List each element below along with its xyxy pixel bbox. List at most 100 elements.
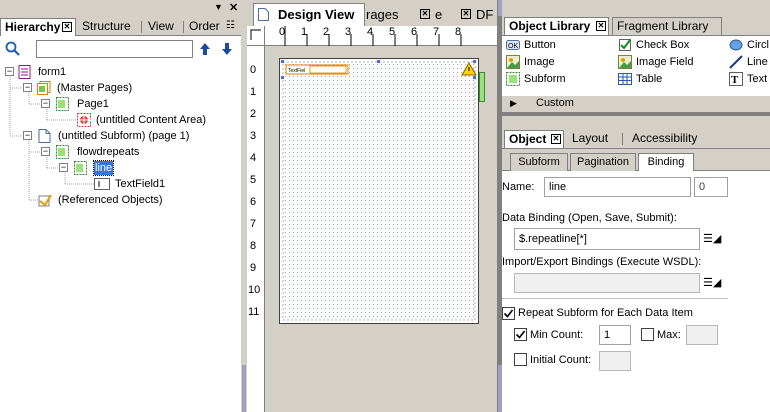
textfield-icon [94,178,110,190]
tab-object-library[interactable]: Object Library ✕ [504,17,609,35]
binding-menu-icon[interactable]: ☰◢ [703,232,721,245]
referenced-objects-icon [38,194,52,207]
tab-layout[interactable]: Layout [568,130,622,148]
binding-menu-icon[interactable]: ☰◢ [703,276,721,289]
checkbox-icon [619,39,631,51]
design-canvas[interactable]: TextFiel [265,46,497,412]
ruler-label: 4 [250,152,257,164]
tree-node-flowdrepeats[interactable]: − flowdrepeats [0,144,241,160]
tab-object[interactable]: Object ✕ [504,130,564,148]
ruler-label: 5 [250,174,257,186]
data-binding-field[interactable]: $.repeatline[*] [514,228,700,250]
close-icon[interactable]: ✕ [62,22,72,32]
ruler-vertical: 0 1 2 3 4 5 6 7 8 9 10 11 [247,46,265,412]
chevron-down-icon[interactable]: ▼ [214,2,223,12]
collapse-icon[interactable]: − [41,147,50,156]
initial-count-checkbox[interactable] [514,353,527,366]
ruler-ticks [284,26,462,46]
ruler-label: 6 [250,196,257,208]
tab-label-pdf[interactable]: DF [476,7,493,22]
tab-hierarchy[interactable]: Hierarchy ✕ [0,18,76,36]
category-label: Custom [536,97,574,109]
tree-node-content-area[interactable]: (untitled Content Area) [0,112,241,128]
tab-label: Accessibility [632,131,698,145]
close-icon[interactable]: ✕ [461,9,471,19]
arrow-up-icon[interactable] [199,42,211,56]
tree-node-form1[interactable]: − form1 [0,64,241,80]
min-count-field[interactable]: 1 [599,325,631,345]
hierarchy-panel: ▼ ✕ Hierarchy ✕ Structure View Order ☷ −… [0,0,241,412]
library-item-label: Check Box [636,39,690,51]
ruler-label: 8 [455,26,462,38]
name-index-field[interactable]: 0 [694,177,728,197]
subtab-label: Pagination [577,156,629,168]
svg-text:TextFiel: TextFiel [288,68,305,74]
tree-node-textfield1[interactable]: TextField1 [0,176,241,192]
panel-menu-icon[interactable]: ☷ [226,20,235,31]
library-tabstrip: Object Library ✕ Fragment Library [502,17,770,36]
min-count-checkbox[interactable] [514,328,527,341]
ruler-label: 10 [248,284,261,296]
subtab-label: Subform [518,156,560,168]
subtab-subform[interactable]: Subform [510,153,568,171]
tab-label-xml[interactable]: e [435,7,442,22]
object-tabstrip: Object ✕ Layout Accessibility [502,130,770,149]
data-binding-label: Data Binding (Open, Save, Submit): [502,212,677,224]
import-export-field[interactable] [514,273,700,293]
hierarchy-tabstrip: Hierarchy ✕ Structure View Order ☷ [0,18,241,36]
splitter-handle[interactable] [242,365,246,412]
ruler-label: 3 [250,130,257,142]
repeat-checkbox[interactable] [502,307,515,320]
tab-structure[interactable]: Structure [78,18,142,36]
tree-node-master-pages[interactable]: − (Master Pages) [0,80,241,96]
subtab-binding[interactable]: Binding [638,153,694,171]
collapse-icon[interactable]: − [23,83,32,92]
section-divider [502,298,728,299]
tab-label-preview[interactable]: rages [366,7,399,22]
search-input[interactable] [36,40,193,58]
initial-count-field[interactable] [599,351,631,371]
tree-node-page1[interactable]: − Page1 [0,96,241,112]
ruler-label: 6 [411,26,418,38]
library-category-custom[interactable]: ▶ Custom [502,96,770,112]
tab-fragment-library[interactable]: Fragment Library [612,17,722,35]
close-icon[interactable]: ✕ [229,1,238,14]
close-icon[interactable]: ✕ [596,21,606,31]
right-panels: Object Library ✕ Fragment Library OK But… [502,0,770,412]
check-icon [515,330,526,339]
search-icon[interactable] [5,41,20,56]
library-item-label: Image Field [636,56,694,68]
name-field[interactable]: line [544,177,691,197]
expand-arrow-icon[interactable]: ▶ [510,98,517,109]
collapse-icon[interactable]: − [41,99,50,108]
button-icon: OK [506,40,520,50]
ruler-label: 0 [279,26,286,38]
tab-accessibility[interactable]: Accessibility [628,130,718,148]
line-icon [729,55,743,69]
panel-top-bar: ▼ ✕ [0,0,241,18]
circle-icon [729,39,743,51]
collapse-icon[interactable]: − [5,67,14,76]
tree-node-untitled-subform[interactable]: − (untitled Subform) (page 1) [0,128,241,144]
library-top-bar [502,0,770,17]
tab-label: Structure [82,19,131,33]
max-checkbox[interactable] [641,328,654,341]
arrow-down-icon[interactable] [221,42,233,56]
name-label: Name: [502,181,535,193]
tab-label: Fragment Library [617,19,709,33]
collapse-icon[interactable]: − [23,131,32,140]
max-field[interactable] [686,325,718,345]
collapse-icon[interactable]: − [59,163,68,172]
tree-node-line[interactable]: − line [0,160,241,176]
tab-order[interactable]: Order [185,18,225,36]
tree-label: (untitled Content Area) [96,114,207,126]
tree-node-referenced-objects[interactable]: (Referenced Objects) [0,192,241,208]
content-area-icon [77,113,91,127]
form-page[interactable]: TextFiel [279,58,479,324]
subtab-pagination[interactable]: Pagination [570,153,636,171]
tree-label: (untitled Subform) (page 1) [58,130,190,142]
tab-view[interactable]: View [144,18,184,36]
close-icon[interactable]: ✕ [551,134,561,144]
close-icon[interactable]: ✕ [420,9,430,19]
tab-design-view[interactable]: Design View [253,3,365,26]
